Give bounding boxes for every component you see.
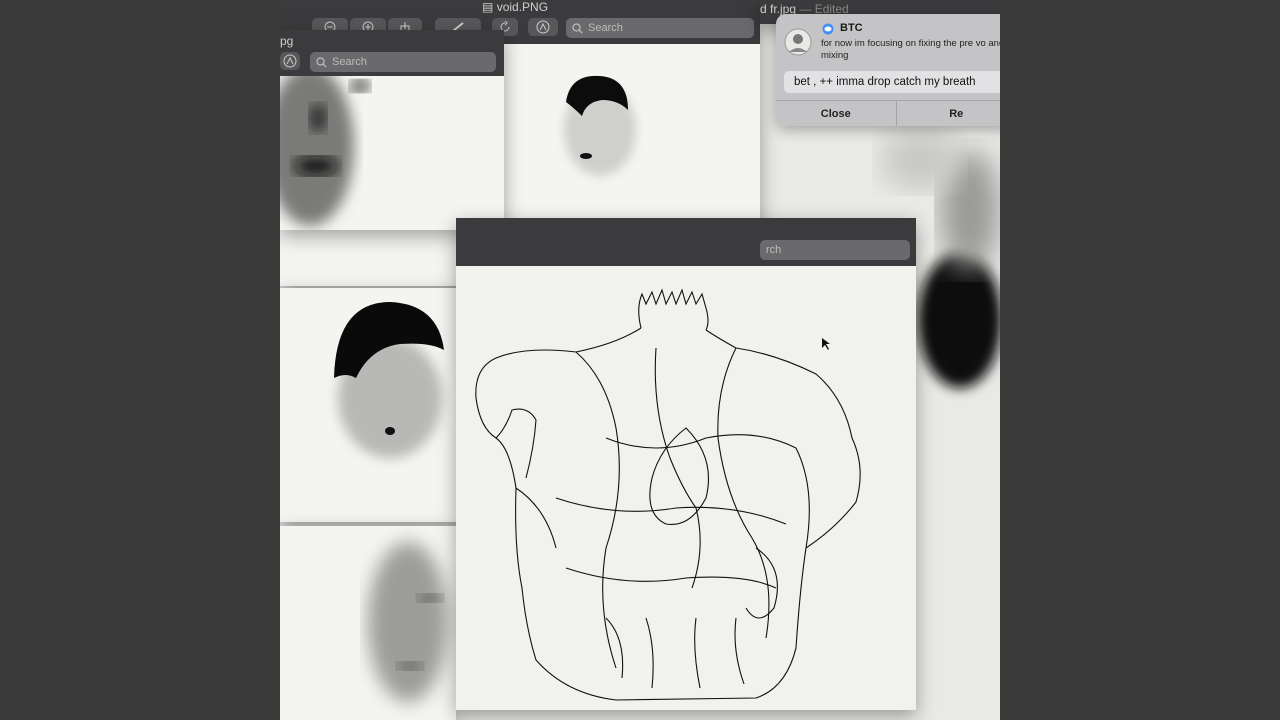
toolbar: pg Search: [280, 30, 504, 76]
toolbar: rch: [456, 218, 916, 266]
image-window-face[interactable]: [280, 288, 474, 522]
message-notification[interactable]: BTC for now im focusing on fixing the pr…: [776, 14, 1000, 126]
close-button[interactable]: Close: [776, 101, 897, 126]
notification-app-name: BTC: [840, 22, 863, 34]
image-face-profile: [368, 542, 448, 702]
window-title: pg: [280, 34, 294, 48]
image-face-large: [334, 302, 444, 458]
notification-message: for now im focusing on fixing the pre vo…: [821, 38, 1000, 61]
cursor-icon: [822, 338, 830, 350]
photo-stage: ▤ void.PNG Search d fr.jpg — Edited pg S…: [280, 0, 1000, 720]
reply-field[interactable]: bet , ++ imma drop catch my breath: [784, 71, 1000, 93]
markup-button[interactable]: [280, 52, 300, 70]
document-icon: ▤: [482, 0, 494, 14]
image-window-profile[interactable]: [280, 526, 456, 720]
window-title: ▤ void.PNG: [482, 0, 549, 14]
reply-button[interactable]: Re: [897, 101, 1001, 126]
search-input[interactable]: Search: [566, 18, 754, 38]
messages-app-icon: [822, 23, 834, 35]
markup-icon: [283, 54, 297, 68]
search-input[interactable]: rch: [760, 240, 910, 260]
search-input[interactable]: Search: [310, 52, 496, 72]
avatar: [784, 28, 812, 56]
notification-actions: Close Re: [776, 100, 1000, 126]
search-icon: [572, 22, 583, 33]
markup-icon: [536, 20, 550, 34]
image-torso-drawing: [475, 288, 861, 701]
search-icon: [316, 56, 327, 67]
image-window-torso[interactable]: rch: [456, 218, 916, 710]
image-face-closeup: [280, 76, 370, 226]
markup-button[interactable]: [528, 18, 558, 36]
image-window-small[interactable]: pg Search: [280, 30, 504, 230]
